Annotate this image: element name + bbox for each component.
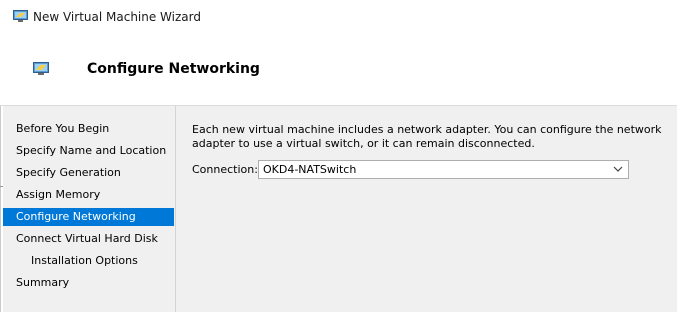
window-title: New Virtual Machine Wizard: [33, 10, 201, 24]
nav-item-specify-generation[interactable]: Specify Generation: [3, 164, 174, 182]
connection-dropdown[interactable]: OKD4-NATSwitch: [258, 160, 629, 179]
virtual-machine-icon: [13, 10, 28, 22]
wizard-steps-nav: Before You Begin Specify Name and Locati…: [3, 106, 176, 312]
connection-selected-value: OKD4-NATSwitch: [263, 163, 357, 176]
nav-item-configure-networking[interactable]: Configure Networking: [3, 208, 174, 226]
nav-item-summary[interactable]: Summary: [3, 274, 174, 292]
page-title: Configure Networking: [87, 61, 260, 77]
title-bar[interactable]: New Virtual Machine Wizard: [0, 0, 677, 34]
nav-item-connect-virtual-hard-disk[interactable]: Connect Virtual Hard Disk: [3, 230, 174, 248]
nav-item-before-you-begin[interactable]: Before You Begin: [3, 120, 174, 138]
nav-item-specify-name-and-location[interactable]: Specify Name and Location: [3, 142, 174, 160]
connection-label: Connection:: [192, 163, 258, 176]
virtual-machine-icon: [33, 62, 49, 75]
nav-item-assign-memory[interactable]: Assign Memory: [3, 186, 174, 204]
wizard-header: Configure Networking: [0, 34, 677, 106]
description-text: Each new virtual machine includes a netw…: [192, 123, 662, 150]
nav-item-installation-options[interactable]: Installation Options: [3, 252, 174, 270]
content-panel: Each new virtual machine includes a netw…: [176, 106, 677, 312]
chevron-down-icon: [613, 166, 623, 172]
